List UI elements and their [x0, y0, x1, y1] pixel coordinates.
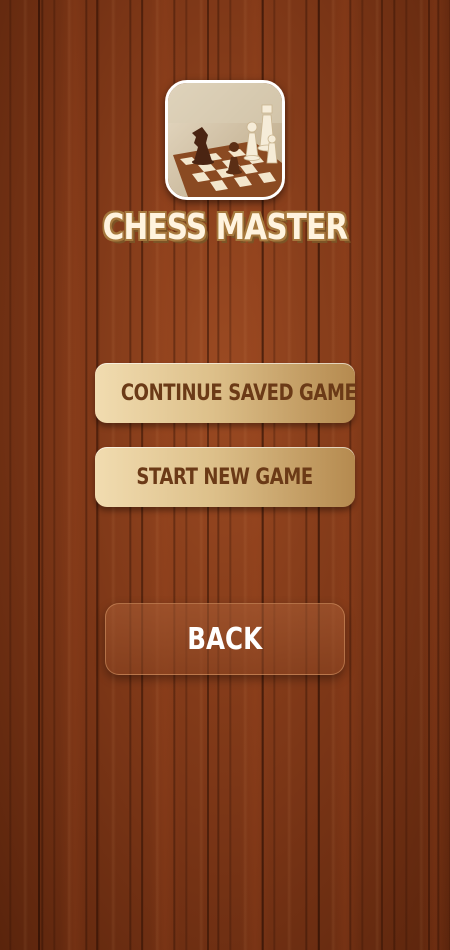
wood-grain [428, 0, 430, 950]
start-new-game-button[interactable]: START NEW GAME [95, 447, 355, 507]
wood-grain [38, 0, 40, 950]
chess-board-logo-icon [165, 80, 285, 200]
wood-grain [381, 0, 383, 950]
continue-saved-game-label: CONTINUE SAVED GAME [120, 380, 357, 406]
main-menu-screen: CHESS MASTER CONTINUE SAVED GAME START N… [0, 0, 450, 950]
back-button[interactable]: BACK [105, 603, 345, 675]
continue-saved-game-button[interactable]: CONTINUE SAVED GAME [95, 363, 357, 423]
back-label: BACK [187, 621, 263, 657]
app-title: CHESS MASTER [102, 207, 349, 248]
start-new-game-label: START NEW GAME [136, 464, 314, 490]
